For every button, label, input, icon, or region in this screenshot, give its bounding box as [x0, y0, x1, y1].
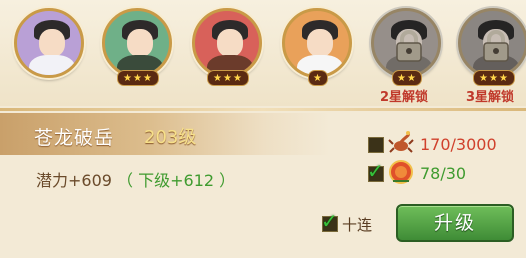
- hero-3-stars: ★★★: [207, 70, 249, 86]
- hero-5-unlock-label: 2星解锁: [380, 90, 429, 105]
- hero-selector-bar: ★★★ ★★★ ★ ★★ 2星解锁 ★★★ 3星解锁: [0, 0, 526, 106]
- resource-1-count: 170/3000: [420, 135, 497, 154]
- hero-portrait-6[interactable]: [458, 8, 526, 78]
- divider: [0, 108, 526, 111]
- hero-portrait-4[interactable]: [282, 8, 352, 78]
- potential-next-level: （ 下级+612 ）: [117, 171, 236, 190]
- ten-times-checkbox[interactable]: ✓: [321, 209, 338, 233]
- drum-icon: [389, 160, 413, 184]
- hero-portrait-2[interactable]: [102, 8, 172, 78]
- face-shape: [307, 29, 333, 57]
- hero-portrait-1[interactable]: [14, 8, 84, 78]
- check-icon: ✓: [367, 159, 384, 183]
- hero-6-unlock-label: 3星解锁: [466, 90, 515, 105]
- scorpion-icon: [388, 131, 414, 153]
- ten-times-label: 十连: [342, 216, 373, 234]
- lock-icon: [483, 30, 509, 62]
- hero-portrait-5[interactable]: [371, 8, 441, 78]
- hero-4-stars: ★: [308, 70, 328, 86]
- skill-name: 苍龙破岳: [34, 127, 115, 149]
- hero-6-stars: ★★★: [473, 70, 515, 86]
- potential-value: 潜力+609: [36, 171, 112, 190]
- upgrade-button[interactable]: 升级: [396, 204, 514, 242]
- hero-portrait-3[interactable]: [192, 8, 262, 78]
- skill-level: 203级: [144, 127, 197, 148]
- hero-5-stars: ★★: [392, 70, 422, 86]
- resource-2-checkbox[interactable]: ✓: [367, 159, 384, 183]
- check-icon: ✓: [321, 209, 338, 233]
- resource-1-checkbox[interactable]: [368, 137, 384, 153]
- lock-icon: [396, 30, 422, 62]
- face-shape: [127, 29, 153, 57]
- face-shape: [39, 29, 65, 57]
- potential-line: 潜力+609 （ 下级+612 ）: [36, 167, 235, 191]
- hero-2-stars: ★★★: [117, 70, 159, 86]
- body-shape: [29, 55, 75, 75]
- resource-2-count: 78/30: [420, 164, 467, 183]
- face-shape: [217, 29, 243, 57]
